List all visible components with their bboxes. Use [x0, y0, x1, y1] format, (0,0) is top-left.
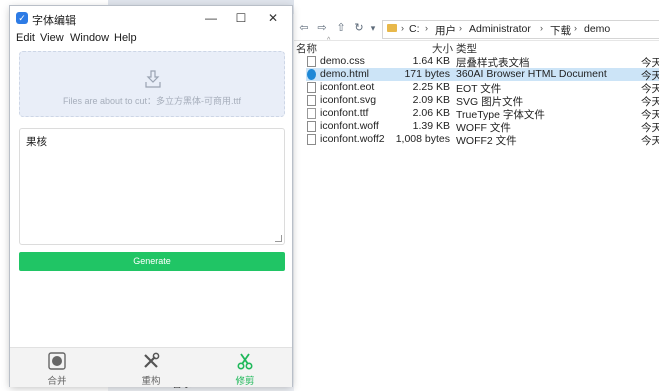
generate-button[interactable]: Generate	[19, 252, 285, 271]
refresh-icon[interactable]: ↻	[352, 21, 366, 35]
breadcrumb-separator: ›	[425, 23, 428, 33]
file-name: iconfont.woff2	[320, 133, 385, 145]
breadcrumb-administrator[interactable]: Administrator	[469, 23, 531, 35]
file-name: iconfont.svg	[320, 94, 377, 106]
nav-item-merge[interactable]: 合并	[10, 348, 104, 387]
file-type: 360AI Browser HTML Document	[456, 68, 607, 80]
menu-help[interactable]: Help	[114, 32, 137, 44]
file-icon	[307, 95, 316, 106]
characters-textarea[interactable]: 果核	[19, 128, 285, 245]
address-bar[interactable]: › C: › 用户 › Administrator › 下载 › demo	[382, 20, 659, 39]
file-size: 1.64 KB	[412, 55, 450, 67]
breadcrumb-separator: ›	[459, 23, 462, 33]
file-size: 2.06 KB	[412, 107, 450, 119]
file-type: WOFF2 文件	[456, 135, 517, 147]
file-drop-zone[interactable]: Files are about to cut：多立方黑体-可商用.ttf	[19, 51, 285, 117]
file-name: iconfont.eot	[320, 81, 375, 93]
file-row[interactable]: iconfont.eot 2.25 KB EOT 文件 今天	[306, 81, 659, 95]
font-editor-window: ✓ 字体编辑 — ☐ ✕ Edit View Window Help Files…	[10, 6, 292, 387]
breadcrumb-separator: ›	[574, 23, 577, 33]
menu-edit[interactable]: Edit	[16, 32, 35, 44]
app-logo-icon: ✓	[16, 12, 28, 24]
tools-icon	[144, 352, 160, 368]
menu-window[interactable]: Window	[70, 32, 109, 44]
menu-view[interactable]: View	[40, 32, 64, 44]
column-header-type[interactable]: 类型	[456, 41, 477, 55]
file-row[interactable]: iconfont.woff 1.39 KB WOFF 文件 今天	[306, 120, 659, 134]
file-name: demo.html	[320, 68, 370, 80]
css-file-icon	[307, 56, 316, 67]
column-header-size[interactable]: 大小	[432, 41, 453, 55]
folder-icon	[387, 24, 397, 32]
file-name: demo.css	[320, 55, 365, 67]
nav-label-trim: 修剪	[235, 376, 255, 387]
file-icon	[307, 134, 316, 145]
breadcrumb-users[interactable]: 用户	[435, 23, 456, 38]
file-name: iconfont.woff	[320, 120, 379, 132]
bottom-nav: 合并 重构 修剪	[10, 347, 292, 387]
font-file-icon	[307, 108, 316, 119]
file-size: 2.25 KB	[412, 81, 450, 93]
file-row[interactable]: iconfont.svg 2.09 KB SVG 图片文件 今天	[306, 94, 659, 108]
window-title: 字体编辑	[32, 15, 76, 27]
breadcrumb-separator: ›	[401, 23, 404, 33]
sort-up-icon: ^	[327, 37, 331, 44]
file-name: iconfont.ttf	[320, 107, 369, 119]
breadcrumb-separator: ›	[540, 23, 543, 33]
maximize-icon[interactable]: ☐	[228, 9, 254, 27]
textarea-value: 果核	[26, 136, 47, 148]
file-date: 今天	[641, 135, 659, 147]
merge-icon	[48, 352, 66, 370]
title-bar[interactable]: ✓ 字体编辑 — ☐ ✕	[10, 6, 292, 30]
explorer-address-toolbar: ⇦ ⇨ ⇧ ↻ ▾ › C: › 用户 › Administrator › 下载…	[294, 18, 659, 41]
file-size: 1,008 bytes	[395, 133, 450, 145]
up-arrow-icon[interactable]: ⇧	[334, 21, 348, 35]
nav-label-refactor: 重构	[141, 376, 161, 387]
breadcrumb-drive[interactable]: C:	[409, 23, 420, 35]
file-icon	[307, 121, 316, 132]
resize-grip-icon[interactable]	[275, 235, 282, 242]
edge-html-icon	[307, 69, 316, 80]
file-row[interactable]: demo.css 1.64 KB 层叠样式表文档 今天	[306, 55, 659, 69]
file-row[interactable]: iconfont.ttf 2.06 KB TrueType 字体文件 今天	[306, 107, 659, 121]
column-header-name[interactable]: 名称	[296, 41, 317, 55]
scissors-icon	[237, 353, 253, 370]
upload-file-icon	[145, 70, 161, 88]
menu-bar: Edit View Window Help	[10, 30, 292, 48]
nav-item-refactor[interactable]: 重构	[104, 348, 198, 387]
back-arrow-icon[interactable]: ⇦	[297, 21, 311, 35]
drop-zone-text: Files are about to cut：多立方黑体-可商用.ttf	[62, 96, 242, 106]
nav-label-merge: 合并	[47, 376, 67, 387]
recent-locations-icon[interactable]: ▾	[366, 21, 380, 35]
file-size: 1.39 KB	[412, 120, 450, 132]
breadcrumb-demo[interactable]: demo	[584, 23, 610, 35]
nav-item-trim[interactable]: 修剪	[198, 348, 292, 387]
file-size: 2.09 KB	[412, 94, 450, 106]
file-icon	[307, 82, 316, 93]
forward-arrow-icon[interactable]: ⇨	[315, 21, 329, 35]
breadcrumb-downloads[interactable]: 下载	[550, 23, 571, 38]
minimize-icon[interactable]: —	[198, 9, 224, 27]
close-icon[interactable]: ✕	[260, 9, 286, 27]
file-row-selected[interactable]: demo.html 171 bytes 360AI Browser HTML D…	[306, 68, 659, 82]
file-row[interactable]: iconfont.woff2 1,008 bytes WOFF2 文件 今天	[306, 133, 659, 147]
file-size: 171 bytes	[404, 68, 450, 80]
